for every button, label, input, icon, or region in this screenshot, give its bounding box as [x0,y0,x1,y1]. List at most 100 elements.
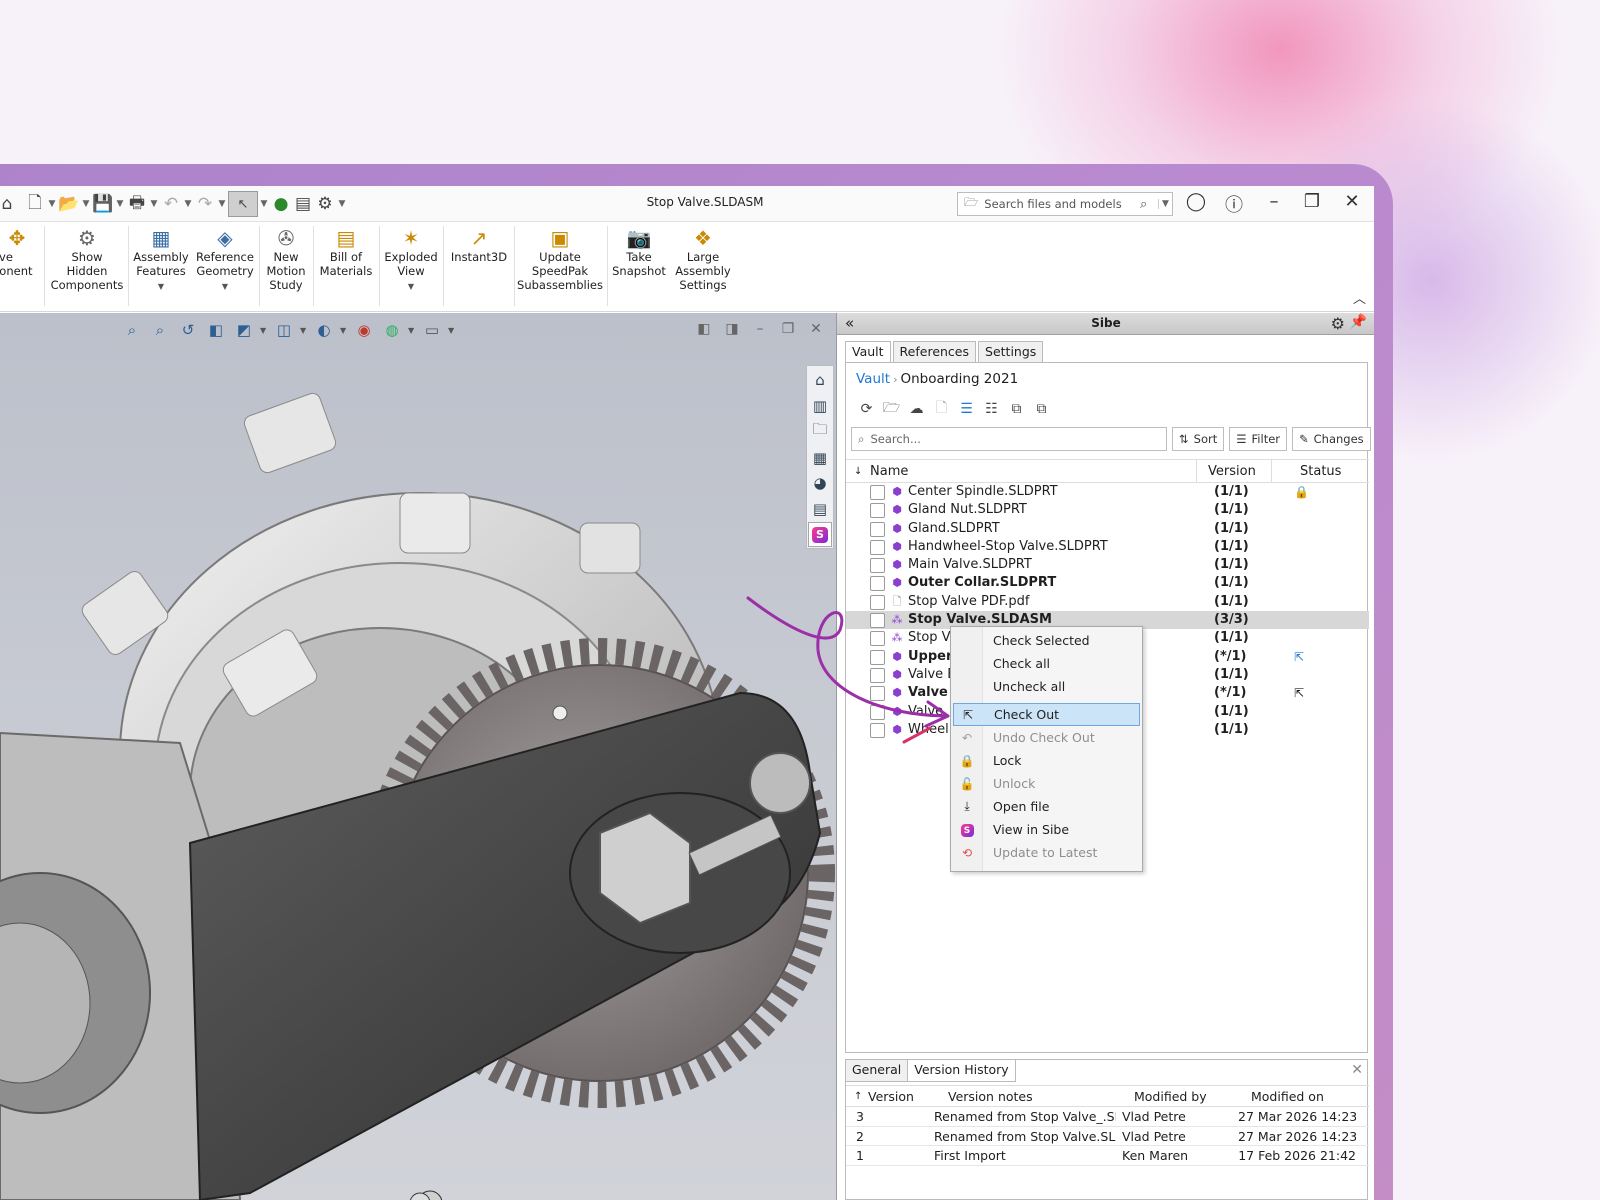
print-icon[interactable]: 🖶 [126,190,148,219]
menu-item-uncheck-all[interactable]: Uncheck all [953,675,1140,698]
file-explorer-icon[interactable]: 🗀 [808,419,832,444]
list-view-icon[interactable]: ☷ [979,401,1004,417]
row-checkbox[interactable] [870,631,885,647]
bill-of-materials-button[interactable]: ▤ Bill of Materials [316,226,376,278]
row-checkbox[interactable] [870,722,885,738]
column-modified-on[interactable]: Modified on [1251,1089,1324,1104]
graphics-viewport[interactable]: ⌕ ⌕ ↺ ◧ ◩ ▼ ◫ ▼ ◐ ▼ ◉ ◍ ▼ ▭ ▼ ◧ ◨ – ❐ ✕ … [0,313,836,1200]
column-version-notes[interactable]: Version notes [948,1089,1033,1104]
table-row[interactable]: ⬢ Center Spindle.SLDPRT (1/1) 🔒 [846,483,1369,501]
sibe-tab[interactable]: S [808,522,832,547]
user-icon[interactable]: ◯ [1182,191,1210,212]
sort-down-icon[interactable]: ↓ [854,466,862,477]
row-checkbox[interactable] [870,576,885,592]
row-checkbox[interactable] [870,521,885,537]
new-motion-study-button[interactable]: ✇ New Motion Study [262,226,310,292]
viewport-close-icon[interactable]: ✕ [804,321,828,337]
row-checkbox[interactable] [870,686,885,702]
view-orientation-icon[interactable]: ◫ [272,321,296,339]
table-row[interactable]: ⬢ Gland Nut.SLDPRT (1/1) [846,501,1369,519]
chevron-down-icon[interactable]: ▼ [80,199,92,209]
show-hidden-components-button[interactable]: ⚙ Show Hidden Components [48,226,126,292]
appearances-icon[interactable]: ◕ [808,471,832,496]
tab-version-history[interactable]: Version History [908,1060,1016,1082]
menu-item-open-file[interactable]: ⤓ Open file [953,795,1140,818]
save-icon[interactable]: 💾 [92,194,114,214]
open-folder-icon[interactable]: 🗁 [879,397,904,421]
previous-view-icon[interactable]: ↺ [176,321,200,339]
viewport-back-icon[interactable]: ◧ [692,321,716,337]
menu-item-check-selected[interactable]: Check Selected [953,629,1140,652]
large-assembly-settings-button[interactable]: ❖ Large Assembly Settings [672,226,734,292]
dynamic-annotation-icon[interactable]: ◩ [232,321,256,339]
table-row[interactable]: ⬢ Gland.SLDPRT (1/1) [846,520,1369,538]
cloud-upload-icon[interactable]: ☁ [904,401,929,417]
chevron-down-icon[interactable]: ▼ [340,326,348,335]
redo-icon[interactable]: ↷ [194,194,216,214]
row-checkbox[interactable] [870,558,885,574]
close-icon[interactable]: ✕ [1338,191,1366,212]
menu-item-view-in-sibe[interactable]: S View in Sibe [953,818,1140,841]
custom-properties-icon[interactable]: ▤ [808,497,832,522]
menu-item-check-out[interactable]: ⇱ Check Out [953,703,1140,726]
row-checkbox[interactable] [870,503,885,519]
collapse-all-icon[interactable]: ⧉ [1029,401,1054,417]
row-checkbox[interactable] [870,539,885,555]
display-style-icon[interactable]: ◐ [312,321,336,339]
column-status[interactable]: Status [1300,464,1341,479]
changes-button[interactable]: ✎ Changes [1292,427,1371,451]
design-library-icon[interactable]: ▥ [808,394,832,419]
tab-settings[interactable]: Settings [978,341,1044,363]
move-component-button[interactable]: ✥ ove ponent ▼ [0,226,42,294]
chevron-down-icon[interactable]: ▼ [46,199,58,209]
filter-button[interactable]: ☰ Filter [1229,427,1288,451]
menu-item-check-all[interactable]: Check all [953,652,1140,675]
zoom-to-fit-icon[interactable]: ⌕ [120,321,144,339]
column-modified-by[interactable]: Modified by [1134,1089,1207,1104]
instant3d-button[interactable]: ↗ Instant3D [446,226,512,264]
document-icon[interactable]: 🗋 [929,397,954,421]
table-row[interactable]: ⬢ Handwheel-Stop Valve.SLDPRT (1/1) [846,538,1369,556]
gear-icon[interactable]: ⚙ [1331,314,1345,333]
table-row[interactable]: ⬢ Main Valve.SLDPRT (1/1) [846,556,1369,574]
row-checkbox[interactable] [870,613,885,629]
resources-home-icon[interactable]: ⌂ [808,368,832,393]
row-checkbox[interactable] [870,667,885,683]
tab-general[interactable]: General [846,1060,909,1082]
open-folder-icon[interactable]: 📂 [58,194,80,214]
traffic-light-icon[interactable]: ● [270,194,292,214]
column-name[interactable]: Name [870,464,908,479]
reference-geometry-button[interactable]: ◈ Reference Geometry ▼ [193,226,257,294]
row-checkbox[interactable] [870,649,885,665]
refresh-icon[interactable]: ⟳ [854,401,879,417]
update-speedpak-button[interactable]: ▣ Update SpeedPak Subassemblies [517,226,603,292]
file-properties-icon[interactable]: ▤ [292,194,314,214]
viewport-forward-icon[interactable]: ◨ [720,321,744,337]
close-icon[interactable]: ✕ [1351,1062,1363,1078]
minimize-icon[interactable]: – [1260,191,1288,212]
select-pointer-icon[interactable]: ↖ [228,191,258,217]
chevron-down-icon[interactable]: ▼ [260,326,268,335]
table-row[interactable]: 🗋 Stop Valve PDF.pdf (1/1) [846,593,1369,611]
chevron-down-icon[interactable]: ▼ [258,199,270,209]
version-row[interactable]: 3 Renamed from Stop Valve_.SL Vlad Petre 27… [846,1107,1369,1127]
expand-all-icon[interactable]: ⧉ [1004,401,1029,417]
menu-item-unlock[interactable]: 🔓 Unlock [953,772,1140,795]
chevron-down-icon[interactable]: ▼ [408,326,416,335]
monitor-icon[interactable]: ▭ [420,321,444,339]
tab-references[interactable]: References [892,341,977,363]
gear-icon[interactable]: ⚙ [314,194,336,214]
chevron-down-icon[interactable]: ▼ [300,326,308,335]
viewport-minimize-icon[interactable]: – [748,321,772,337]
undo-icon[interactable]: ↶ [160,194,182,214]
collapse-ribbon-icon[interactable]: ︿ [1353,288,1366,307]
row-checkbox[interactable] [870,594,885,610]
chevron-down-icon[interactable]: ▼ [1158,199,1172,209]
new-document-icon[interactable]: 🗋 [24,190,46,219]
column-version[interactable]: Version [1208,464,1256,479]
viewport-restore-icon[interactable]: ❐ [776,321,800,337]
chevron-down-icon[interactable]: ▼ [448,326,456,335]
menu-item-lock[interactable]: 🔒 Lock [953,749,1140,772]
vault-search-input[interactable]: ⌕ Search... [851,427,1167,451]
sort-button[interactable]: ⇅ Sort [1172,427,1225,451]
